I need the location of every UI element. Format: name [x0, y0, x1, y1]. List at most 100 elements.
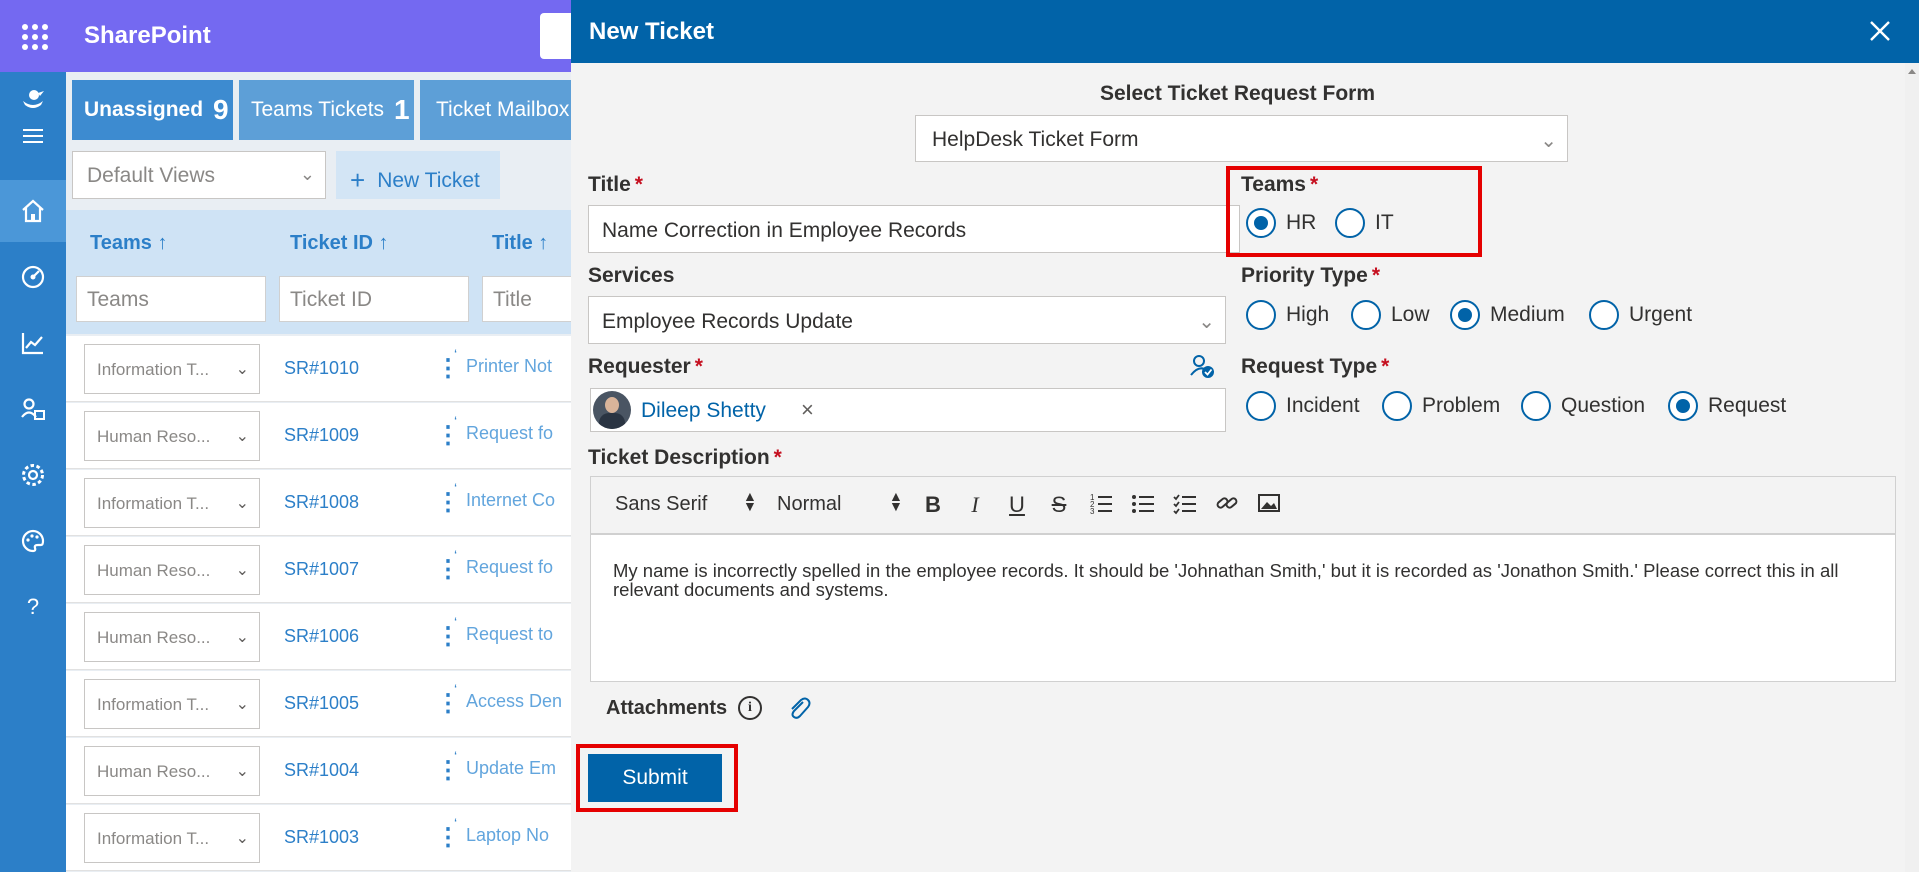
strikethrough-icon[interactable]: S — [1045, 491, 1073, 519]
row-team-dropdown[interactable]: Human Reso... ⌄ — [84, 612, 260, 662]
underline-icon[interactable]: U — [1003, 491, 1031, 519]
settings-icon[interactable] — [0, 444, 66, 506]
checklist-icon[interactable] — [1171, 491, 1199, 519]
table-row[interactable]: Human Reso... ⌄ SR#1006 ⋮ ‘Request to — [66, 604, 571, 670]
bold-icon[interactable]: B — [919, 491, 947, 519]
scroll-up-icon[interactable] — [1907, 66, 1917, 76]
row-title[interactable]: ‘ Access Den — [454, 681, 562, 712]
tab-ticket-mailbox[interactable]: Ticket Mailbox — [420, 80, 571, 140]
info-icon[interactable]: i — [738, 696, 762, 720]
row-team-dropdown[interactable]: Human Reso... ⌄ — [84, 746, 260, 796]
table-row[interactable]: Information T... ⌄ SR#1005 ⋮ ‘Access Den — [66, 671, 571, 737]
row-title[interactable]: ‘ Printer Not — [454, 346, 552, 377]
priority-radio-medium[interactable]: Medium — [1450, 300, 1565, 330]
italic-icon[interactable]: I — [961, 491, 989, 519]
row-team-dropdown[interactable]: Information T... ⌄ — [84, 679, 260, 729]
views-dropdown[interactable]: Default Views ⌄ — [72, 151, 326, 199]
table-row[interactable]: Human Reso... ⌄ SR#1009 ⋮ ‘Request fo — [66, 403, 571, 469]
palette-icon[interactable] — [0, 510, 66, 572]
tab-label: Ticket Mailbox — [436, 98, 570, 121]
tab-unassigned[interactable]: Unassigned 9 — [72, 80, 233, 140]
priority-radio-high[interactable]: High — [1246, 300, 1329, 330]
help-icon[interactable]: ? — [0, 576, 66, 638]
table-row[interactable]: Information T... ⌄ SR#1008 ⋮ ‘Internet Co — [66, 470, 571, 536]
table-row[interactable]: Human Reso... ⌄ SR#1004 ⋮ ‘Update Em — [66, 738, 571, 804]
column-header-teams[interactable]: Teams ↑ — [90, 232, 167, 255]
filter-teams-input[interactable]: Teams — [76, 276, 266, 322]
request-type-radio-request[interactable]: Request — [1668, 391, 1786, 421]
row-title[interactable]: ‘ Request fo — [454, 547, 553, 578]
row-title[interactable]: ‘ Laptop No — [454, 815, 549, 846]
column-header-ticket-id[interactable]: Ticket ID ↑ — [290, 232, 389, 255]
dashboard-icon[interactable] — [0, 246, 66, 308]
row-team-dropdown[interactable]: Information T... ⌄ — [84, 478, 260, 528]
title-input[interactable]: Name Correction in Employee Records — [588, 205, 1240, 253]
column-header-title[interactable]: Title ↑ — [492, 232, 548, 255]
table-row[interactable]: Information T... ⌄ SR#1010 ⋮ ‘Printer Not — [66, 336, 571, 402]
form-select-value: HelpDesk Ticket Form — [932, 128, 1139, 151]
services-dropdown[interactable]: Employee Records Update ⌄ — [588, 296, 1226, 344]
row-ticket-id[interactable]: SR#1004 — [284, 760, 359, 781]
required-mark: * — [694, 355, 703, 378]
required-mark: * — [1381, 355, 1390, 378]
filter-title-input[interactable]: Title — [482, 276, 571, 322]
home-icon[interactable] — [0, 180, 66, 242]
row-ticket-id[interactable]: SR#1009 — [284, 425, 359, 446]
form-select-label: Select Ticket Request Form — [1099, 82, 1376, 105]
request-type-radio-question[interactable]: Question — [1521, 391, 1645, 421]
row-ticket-id[interactable]: SR#1010 — [284, 358, 359, 379]
row-team-dropdown[interactable]: Information T... ⌄ — [84, 813, 260, 863]
row-ticket-id[interactable]: SR#1008 — [284, 492, 359, 513]
radio-empty-icon — [1521, 391, 1551, 421]
description-editor[interactable]: My name is incorrectly spelled in the em… — [590, 534, 1896, 682]
priority-radio-urgent[interactable]: Urgent — [1589, 300, 1692, 330]
close-icon[interactable] — [1867, 18, 1893, 44]
loading-icon: ‘ — [454, 614, 458, 630]
chevron-down-icon: ⌄ — [235, 495, 249, 512]
row-title[interactable]: ‘ Internet Co — [454, 480, 555, 511]
editor-toolbar: Sans Serif ▲ ▼ Normal ▲ ▼ B I U S 123 — [590, 476, 1896, 534]
row-ticket-id[interactable]: SR#1006 — [284, 626, 359, 647]
row-ticket-id[interactable]: SR#1005 — [284, 693, 359, 714]
bullet-list-icon[interactable] — [1129, 491, 1157, 519]
row-team-dropdown[interactable]: Information T... ⌄ — [84, 344, 260, 394]
row-team-dropdown[interactable]: Human Reso... ⌄ — [84, 411, 260, 461]
app-launcher-icon[interactable] — [22, 24, 48, 50]
request-type-radio-problem[interactable]: Problem — [1382, 391, 1500, 421]
new-ticket-button[interactable]: + New Ticket — [336, 151, 500, 199]
paperclip-icon[interactable] — [786, 694, 812, 722]
analytics-icon[interactable] — [0, 312, 66, 374]
requester-people-picker[interactable]: Dileep Shetty × — [590, 388, 1226, 432]
request-type-radio-incident[interactable]: Incident — [1246, 391, 1360, 421]
menu-icon[interactable] — [0, 116, 66, 156]
person-verified-icon[interactable] — [1189, 353, 1215, 379]
app-name[interactable]: SharePoint — [84, 22, 211, 50]
link-icon[interactable] — [1213, 491, 1241, 519]
priority-radio-low[interactable]: Low — [1351, 300, 1430, 330]
row-ticket-id[interactable]: SR#1003 — [284, 827, 359, 848]
row-title[interactable]: ‘ Request to — [454, 614, 553, 645]
agent-icon[interactable] — [0, 378, 66, 440]
tab-teams-tickets[interactable]: Teams Tickets 1 — [239, 80, 414, 140]
chevron-down-icon: ⌄ — [1540, 130, 1557, 152]
filter-ticket-id-input[interactable]: Ticket ID — [279, 276, 469, 322]
svg-text:?: ? — [27, 594, 39, 619]
row-team-dropdown[interactable]: Human Reso... ⌄ — [84, 545, 260, 595]
radio-selected-icon — [1450, 300, 1480, 330]
row-team: Information T... — [97, 360, 210, 379]
table-row[interactable]: Human Reso... ⌄ SR#1007 ⋮ ‘Request fo — [66, 537, 571, 603]
font-family-select[interactable]: Sans Serif ▲ ▼ — [615, 489, 757, 516]
requester-name[interactable]: Dileep Shetty — [641, 399, 766, 423]
row-title[interactable]: ‘ Request fo — [454, 413, 553, 444]
radio-label: Question — [1561, 394, 1646, 417]
remove-icon[interactable]: × — [801, 397, 814, 423]
grid-header: Teams ↑ Ticket ID ↑ Title ↑ Teams Ticket… — [66, 210, 571, 334]
row-ticket-id[interactable]: SR#1007 — [284, 559, 359, 580]
table-row[interactable]: Information T... ⌄ SR#1003 ⋮ ‘Laptop No — [66, 805, 571, 871]
font-size-select[interactable]: Normal ▲ ▼ — [777, 489, 903, 516]
scrollbar[interactable] — [1905, 63, 1919, 872]
row-title[interactable]: ‘ Update Em — [454, 748, 556, 779]
image-icon[interactable] — [1255, 491, 1283, 519]
numbered-list-icon[interactable]: 123 — [1087, 491, 1115, 519]
form-select-dropdown[interactable]: HelpDesk Ticket Form ⌄ — [915, 115, 1568, 162]
